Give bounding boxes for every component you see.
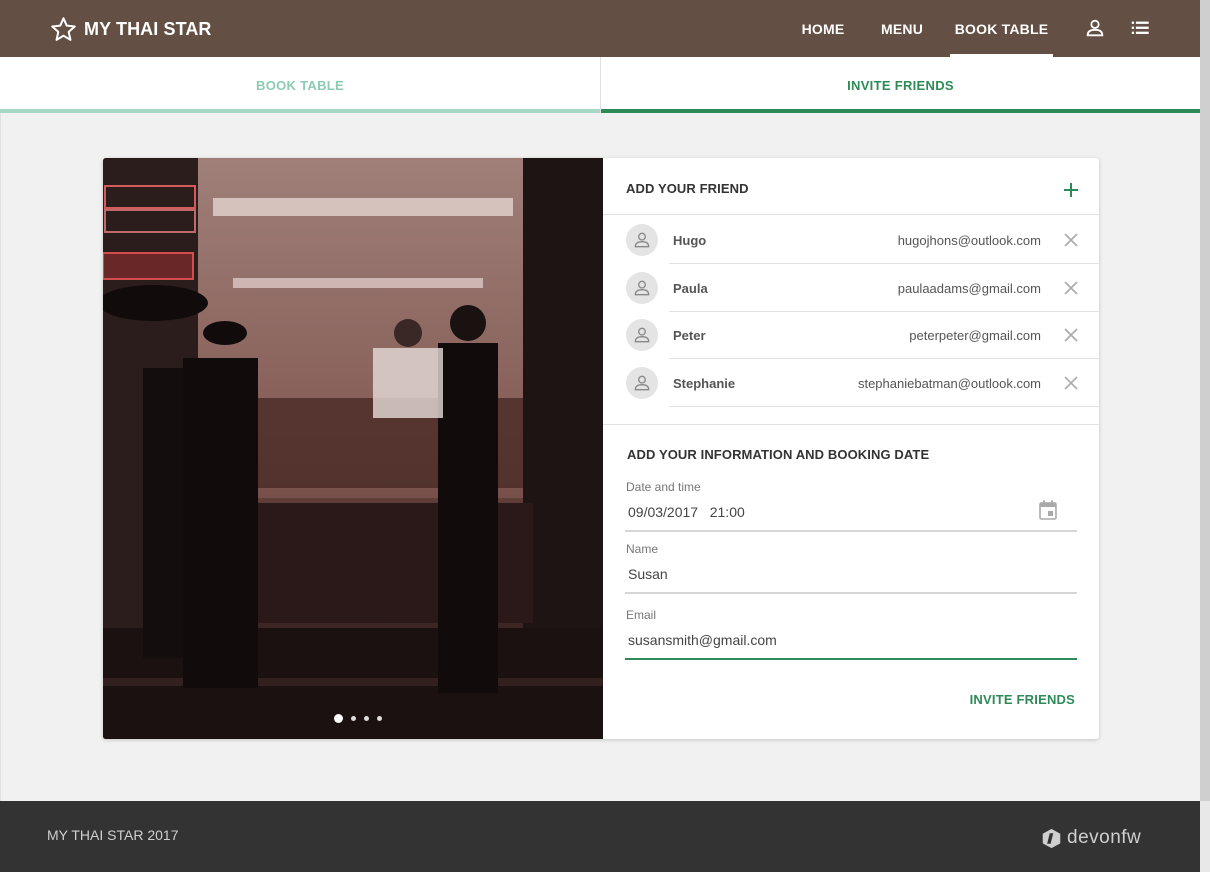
tab-bar: BOOK TABLE INVITE FRIENDS bbox=[0, 57, 1200, 113]
add-friend-title: ADD YOUR FRIEND bbox=[626, 181, 749, 196]
scrollbar-thumb[interactable] bbox=[1200, 0, 1210, 801]
invite-form-panel: ADD YOUR FRIEND Hugo hugojhons@outlook.c… bbox=[603, 158, 1099, 739]
person-avatar-icon bbox=[634, 375, 650, 391]
date-time-value[interactable]: 09/03/2017 21:00 bbox=[628, 504, 745, 520]
friend-row: Peter peterpeter@gmail.com bbox=[603, 311, 1099, 359]
friend-email: peterpeter@gmail.com bbox=[909, 328, 1041, 343]
friend-row: Paula paulaadams@gmail.com bbox=[603, 264, 1099, 312]
brand-logo[interactable]: MY THAI STAR bbox=[50, 16, 212, 43]
date-time-field[interactable]: Date and time 09/03/2017 21:00 bbox=[625, 480, 1077, 532]
avatar bbox=[626, 367, 658, 399]
friend-name: Paula bbox=[673, 281, 708, 296]
invite-card: ADD YOUR FRIEND Hugo hugojhons@outlook.c… bbox=[103, 158, 1099, 739]
name-field[interactable]: Name Susan bbox=[625, 542, 1077, 594]
person-avatar-icon bbox=[634, 232, 650, 248]
close-icon[interactable] bbox=[1064, 328, 1078, 342]
friend-row: Stephanie stephaniebatman@outlook.com bbox=[603, 359, 1099, 407]
divider bbox=[603, 214, 1099, 215]
copyright-text: MY THAI STAR 2017 bbox=[47, 827, 179, 843]
friend-email: hugojhons@outlook.com bbox=[897, 233, 1041, 248]
brand-name: MY THAI STAR bbox=[84, 19, 212, 39]
nav-home[interactable]: HOME bbox=[795, 0, 851, 57]
avatar bbox=[626, 272, 658, 304]
section-divider bbox=[603, 424, 1099, 425]
calendar-icon[interactable] bbox=[1039, 500, 1057, 520]
field-underline-focused bbox=[625, 658, 1077, 660]
footer: MY THAI STAR 2017 devonfw bbox=[0, 801, 1200, 872]
nav-menu[interactable]: MENU bbox=[874, 0, 930, 57]
friend-name: Hugo bbox=[673, 233, 707, 248]
main-content: ADD YOUR FRIEND Hugo hugojhons@outlook.c… bbox=[0, 113, 1200, 801]
email-field[interactable]: Email susansmith@gmail.com bbox=[625, 608, 1077, 660]
tab-book-table-label: BOOK TABLE bbox=[256, 77, 344, 93]
carousel-dot[interactable] bbox=[377, 716, 382, 721]
divider bbox=[669, 406, 1099, 407]
info-section-title: ADD YOUR INFORMATION AND BOOKING DATE bbox=[627, 447, 930, 462]
field-underline bbox=[625, 530, 1077, 532]
avatar bbox=[626, 224, 658, 256]
person-avatar-icon bbox=[634, 327, 650, 343]
carousel-dot[interactable] bbox=[334, 714, 343, 723]
top-toolbar: MY THAI STAR HOME MENU BOOK TABLE bbox=[0, 0, 1200, 57]
field-underline bbox=[625, 592, 1077, 594]
friend-email: paulaadams@gmail.com bbox=[897, 281, 1041, 296]
nav-book-table[interactable]: BOOK TABLE bbox=[950, 0, 1053, 57]
date-time-label: Date and time bbox=[626, 480, 701, 494]
person-avatar-icon bbox=[634, 280, 650, 296]
restaurant-photo bbox=[103, 158, 603, 739]
avatar bbox=[626, 319, 658, 351]
invite-friends-button[interactable]: INVITE FRIENDS bbox=[963, 692, 1075, 707]
friend-email: stephaniebatman@outlook.com bbox=[857, 376, 1041, 391]
tab-invite-friends-label: INVITE FRIENDS bbox=[847, 77, 954, 93]
restaurant-photo-carousel[interactable] bbox=[103, 158, 603, 739]
email-label: Email bbox=[626, 608, 657, 622]
devonfw-text: devonfw bbox=[1067, 827, 1142, 848]
carousel-dots bbox=[333, 714, 383, 724]
email-value[interactable]: susansmith@gmail.com bbox=[628, 632, 777, 648]
list-icon[interactable] bbox=[1129, 17, 1151, 39]
friend-name: Stephanie bbox=[673, 376, 736, 391]
name-value[interactable]: Susan bbox=[628, 566, 668, 582]
devonfw-hexagon-icon bbox=[1042, 828, 1061, 848]
close-icon[interactable] bbox=[1064, 281, 1078, 295]
plus-icon[interactable] bbox=[1061, 180, 1081, 200]
star-outline-icon bbox=[51, 17, 76, 41]
tab-book-table[interactable]: BOOK TABLE bbox=[0, 57, 600, 113]
friend-name: Peter bbox=[673, 328, 706, 343]
friend-row: Hugo hugojhons@outlook.com bbox=[603, 216, 1099, 264]
close-icon[interactable] bbox=[1064, 376, 1078, 390]
carousel-dot[interactable] bbox=[364, 716, 369, 721]
person-icon[interactable] bbox=[1084, 17, 1106, 39]
devonfw-logo[interactable]: devonfw bbox=[1041, 827, 1141, 849]
tab-invite-friends[interactable]: INVITE FRIENDS bbox=[601, 57, 1200, 113]
name-label: Name bbox=[626, 542, 659, 556]
carousel-dot[interactable] bbox=[351, 716, 356, 721]
nav-book-table-label: BOOK TABLE bbox=[954, 20, 1049, 37]
close-icon[interactable] bbox=[1064, 233, 1078, 247]
